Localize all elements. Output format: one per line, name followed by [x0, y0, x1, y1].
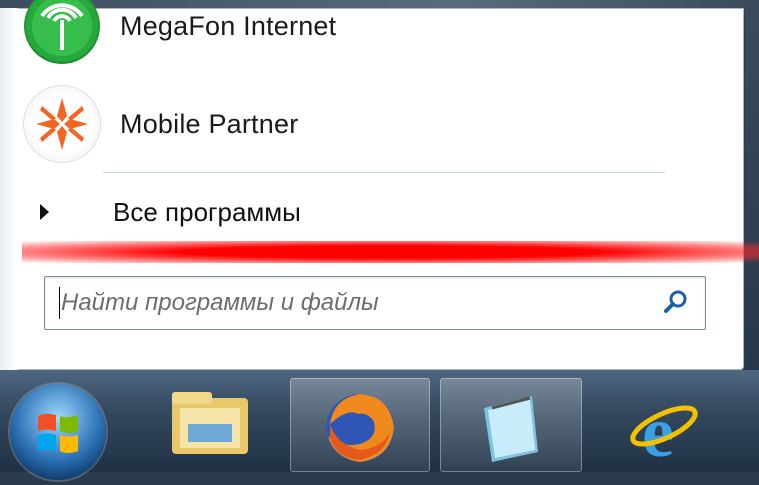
menu-divider	[103, 172, 665, 173]
mobile-partner-icon	[24, 86, 100, 162]
taskbar-explorer-button[interactable]	[142, 378, 280, 472]
search-input[interactable]	[59, 285, 643, 321]
arrow-right-icon	[40, 204, 49, 220]
firefox-icon	[326, 394, 394, 462]
program-item-mobile-partner[interactable]: Mobile Partner	[24, 86, 298, 162]
start-menu-edge	[0, 8, 18, 370]
all-programs-button[interactable]: Все программы	[40, 190, 301, 234]
notepad-icon	[484, 396, 538, 462]
internet-explorer-icon: e	[630, 392, 698, 472]
windows-explorer-icon	[172, 392, 248, 454]
taskbar-ie-button[interactable]: e	[594, 378, 734, 472]
red-highlight-line	[22, 241, 759, 263]
program-label: Mobile Partner	[120, 108, 299, 139]
all-programs-label: Все программы	[113, 196, 301, 227]
program-label: MegaFon Internet	[120, 10, 337, 41]
program-item-megafon-internet[interactable]: MegaFon Internet	[24, 0, 336, 64]
taskbar-firefox-button[interactable]	[290, 378, 430, 472]
svg-text:e: e	[642, 392, 674, 472]
search-icon[interactable]	[663, 289, 689, 315]
megafon-internet-icon	[24, 0, 100, 64]
start-orb[interactable]	[10, 384, 106, 480]
search-box[interactable]	[44, 276, 706, 330]
desktop-background-right	[745, 0, 759, 380]
windows-logo-icon	[38, 413, 78, 453]
taskbar-notepad-button[interactable]	[440, 378, 582, 472]
